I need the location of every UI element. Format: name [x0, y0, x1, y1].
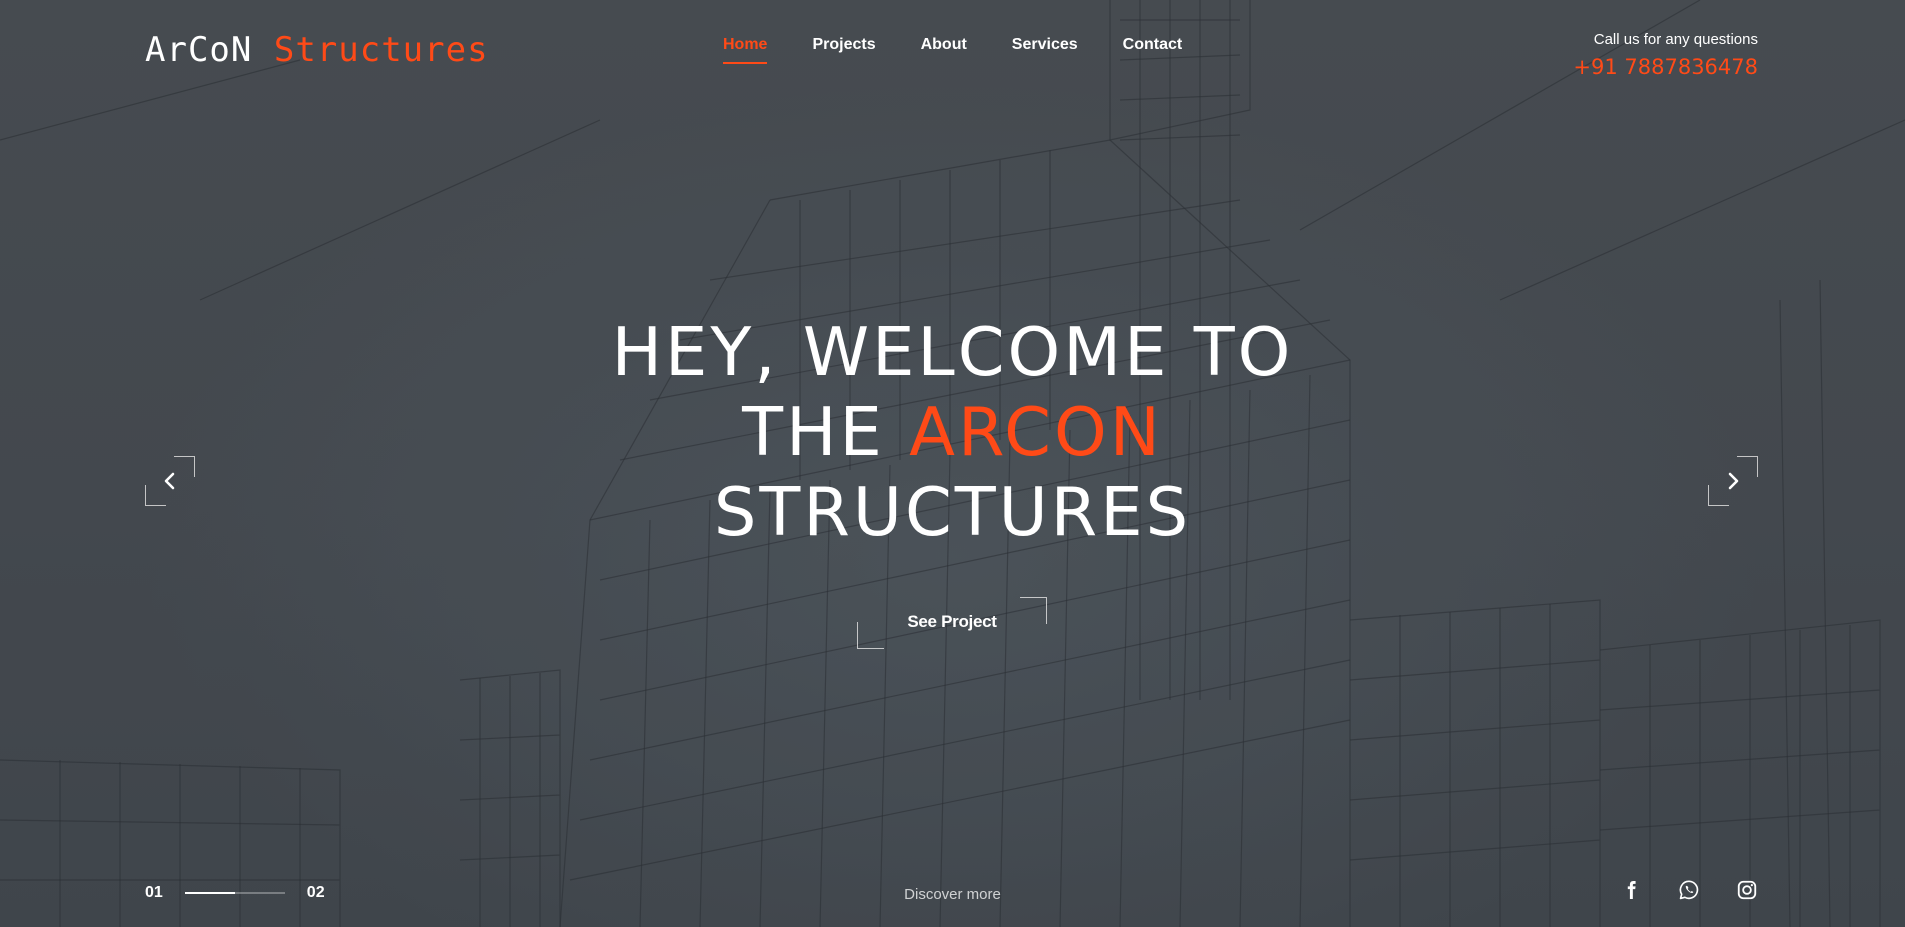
headline-line-2: THE ARCON [0, 392, 1905, 472]
hero-section: ArCoN Structures Home Projects About Ser… [0, 0, 1905, 927]
chevron-right-icon [1728, 472, 1739, 490]
main-nav: Home Projects About Services Contact [723, 36, 1227, 64]
logo-text-accent: Structures [273, 30, 489, 70]
whatsapp-link[interactable] [1676, 877, 1702, 903]
facebook-icon [1627, 881, 1636, 899]
contact-phone-link[interactable]: +91 7887836478 [1573, 55, 1758, 79]
headline-line-1: HEY, WELCOME TO [611, 313, 1294, 391]
instagram-link[interactable] [1734, 877, 1760, 903]
nav-item-projects[interactable]: Projects [812, 36, 875, 54]
social-links [1618, 877, 1760, 903]
headline-line-2-prefix: THE [742, 393, 885, 471]
nav-item-contact[interactable]: Contact [1123, 36, 1183, 54]
see-project-label: See Project [907, 612, 997, 631]
instagram-icon [1737, 880, 1757, 900]
facebook-link[interactable] [1618, 877, 1644, 903]
contact-label: Call us for any questions [1593, 31, 1758, 48]
whatsapp-icon [1679, 880, 1699, 900]
nav-item-services[interactable]: Services [1012, 36, 1078, 54]
headline-brand-accent: ARCON [909, 393, 1163, 471]
chevron-left-icon [164, 472, 175, 490]
hero-headline: HEY, WELCOME TO THE ARCON STRUCTURES [0, 312, 1905, 552]
nav-item-home[interactable]: Home [723, 36, 768, 64]
slider-prev-button[interactable] [145, 456, 195, 506]
logo[interactable]: ArCoN Structures [145, 30, 489, 70]
nav-item-about[interactable]: About [921, 36, 967, 54]
slider-next-button[interactable] [1708, 456, 1758, 506]
headline-line-3: STRUCTURES [713, 473, 1192, 551]
logo-text-primary: ArCoN [145, 30, 253, 70]
see-project-button[interactable]: See Project [857, 597, 1047, 649]
contact-block: Call us for any questions +91 7887836478 [1573, 31, 1758, 79]
